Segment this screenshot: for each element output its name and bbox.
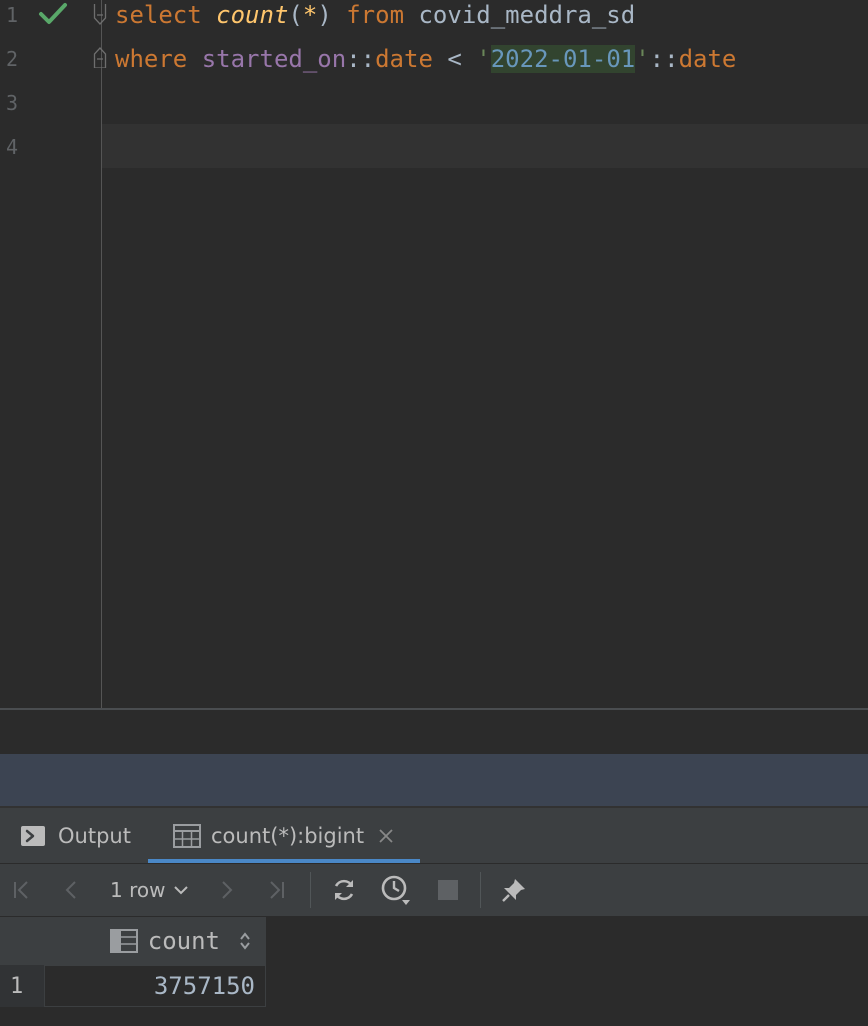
tab-output[interactable]: Output [20,808,131,863]
stop-icon [438,880,458,900]
column-name: started_on [201,45,347,73]
first-page-button[interactable] [4,872,40,908]
row-count-label: 1 row [110,878,166,902]
pin-icon [502,879,525,902]
paren-open: ( [288,1,303,29]
tab-output-label: Output [58,823,131,848]
keyword-where: where [115,45,188,73]
toolbar-separator [310,872,311,908]
gutter-divider [101,0,102,708]
date-literal: 2022-01-01 [490,45,636,73]
fold-start-icon[interactable] [93,4,107,26]
next-page-button[interactable] [208,872,244,908]
results-toolbar: 1 row [0,864,868,917]
last-page-button[interactable] [258,872,294,908]
line-number-2: 2 [6,47,19,71]
paren-close: ) [317,1,332,29]
row-number[interactable]: 1 [0,965,44,1007]
line-number-1: 1 [6,3,19,27]
code-line-2[interactable]: where started_on::date < '2022-01-01'::d… [115,44,736,74]
line-number-3: 3 [6,91,19,115]
keyword-select: select [115,1,202,29]
first-page-icon [14,881,28,899]
type-date-2: date [678,45,737,73]
chevron-down-icon [174,886,189,895]
sort-icon[interactable] [238,931,252,951]
stop-button[interactable] [430,872,466,908]
table-name: covid_meddra_sd [418,1,636,29]
fold-end-icon[interactable] [93,46,107,68]
table-icon [173,823,201,848]
line-number-4: 4 [6,135,19,159]
results-title-bar [0,754,868,806]
pin-tab-button[interactable] [496,872,532,908]
refresh-icon [334,879,354,901]
less-than-operator: < [447,45,462,73]
refresh-button[interactable] [326,872,362,908]
tab-result[interactable]: count(*):bigint [148,808,420,863]
chevron-right-icon [222,881,233,899]
code-line-1[interactable]: select count(*) from covid_meddra_sd [115,0,635,30]
current-line-highlight [102,124,868,168]
column-header-count[interactable]: count [44,917,267,965]
chevron-left-icon [65,881,76,899]
check-icon [39,3,67,24]
grid-corner[interactable] [0,917,44,965]
tab-result-label: count(*):bigint [211,823,365,848]
active-tab-indicator [148,859,420,863]
function-count: count [216,1,289,29]
services-tab-bar: Output count(*):bigint [0,808,868,864]
previous-page-button[interactable] [54,872,90,908]
close-icon[interactable] [378,828,394,844]
console-icon [21,825,45,846]
column-icon [109,929,138,953]
editor-bottom-area [0,710,868,754]
column-header-label: count [147,927,220,955]
keyword-from: from [346,1,405,29]
row-count-dropdown[interactable]: 1 row [110,874,189,906]
quote-open: ' [476,45,491,73]
quote-close: ' [635,45,650,73]
cast-operator-1: :: [346,45,376,73]
table-cell[interactable]: 3757150 [44,965,266,1007]
last-page-icon [270,881,284,899]
history-button[interactable] [378,872,414,908]
history-clock-icon [381,875,410,905]
toolbar-separator-2 [480,872,481,908]
sql-editor[interactable]: 1 2 3 4 select count(*) from covid_meddr… [0,0,868,708]
type-date-1: date [375,45,433,73]
star-operator: * [302,1,318,29]
cast-operator-2: :: [649,45,679,73]
result-grid[interactable]: count 1 3757150 [0,917,868,1026]
grid-header: count [0,917,868,965]
